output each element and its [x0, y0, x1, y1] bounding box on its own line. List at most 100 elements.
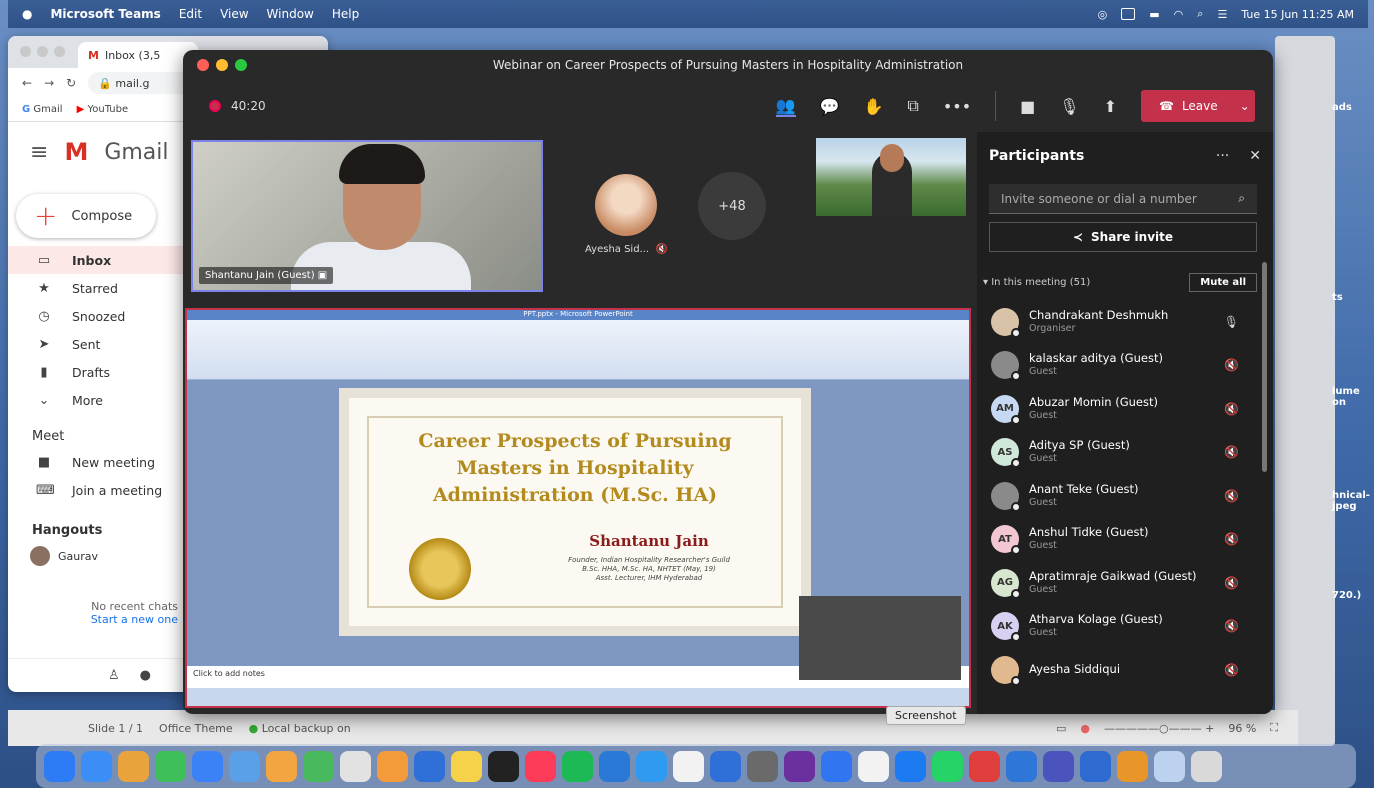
dock-app-icon[interactable]: [340, 750, 371, 782]
search-icon[interactable]: ⌕: [1197, 7, 1203, 21]
participant-row[interactable]: AM Abuzar Momin (Guest) Guest 🔇: [991, 387, 1273, 431]
mic-off-icon[interactable]: 🔇: [1224, 532, 1239, 546]
dock-app-icon[interactable]: [44, 750, 75, 782]
dock-app-icon[interactable]: [1080, 750, 1111, 782]
apple-icon[interactable]: ●: [22, 7, 32, 21]
bookmark-gmail[interactable]: G Gmail: [22, 104, 63, 115]
record-icon[interactable]: ●: [1080, 722, 1090, 735]
dock-app-icon[interactable]: [784, 750, 815, 782]
mic-off-icon[interactable]: 🔇: [1224, 619, 1239, 633]
dock-app-icon[interactable]: [488, 750, 519, 782]
chat-icon[interactable]: 💬: [820, 97, 840, 116]
gmail-wordmark[interactable]: Gmail: [104, 140, 168, 165]
status-icon[interactable]: ◎: [1098, 8, 1108, 21]
window-controls[interactable]: [20, 46, 65, 57]
participant-row[interactable]: AS Aditya SP (Guest) Guest 🔇: [991, 431, 1273, 475]
participant-row[interactable]: Chandrakant Deshmukh Organiser 🎙: [991, 300, 1273, 344]
control-center-icon[interactable]: ☰: [1217, 8, 1227, 21]
menu-window[interactable]: Window: [267, 7, 314, 21]
dock-app-icon[interactable]: [266, 750, 297, 782]
dock-app-icon[interactable]: [969, 750, 1000, 782]
desktop-label[interactable]: ads: [1306, 102, 1366, 113]
more-participants-button[interactable]: +48: [698, 172, 766, 240]
mic-off-icon[interactable]: 🔇: [1224, 489, 1239, 503]
dock-app-icon[interactable]: [377, 750, 408, 782]
back-icon[interactable]: ←: [22, 76, 32, 90]
desktop-label[interactable]: lume on: [1306, 386, 1366, 408]
mic-off-icon[interactable]: 🔇: [1224, 576, 1239, 590]
dock-app-icon[interactable]: [155, 750, 186, 782]
close-icon[interactable]: ✕: [1249, 148, 1261, 164]
nav-item-inbox[interactable]: ▭ Inbox: [8, 246, 208, 274]
window-controls[interactable]: [197, 59, 247, 71]
chat-icon[interactable]: ●: [140, 668, 151, 683]
participants-icon[interactable]: 👥: [775, 96, 796, 117]
mic-off-icon[interactable]: 🔇: [1224, 402, 1239, 416]
mic-off-icon[interactable]: 🔇: [1224, 445, 1239, 459]
dock-app-icon[interactable]: [1154, 750, 1185, 782]
dock-app-icon[interactable]: [636, 750, 667, 782]
rooms-icon[interactable]: ⧉: [907, 96, 918, 116]
dock-app-icon[interactable]: [414, 750, 445, 782]
participant-video-secondary[interactable]: [816, 138, 966, 216]
reload-icon[interactable]: ↻: [66, 76, 76, 90]
forward-icon[interactable]: →: [44, 76, 54, 90]
participant-row[interactable]: AT Anshul Tidke (Guest) Guest 🔇: [991, 518, 1273, 562]
dock-app-icon[interactable]: [1117, 750, 1148, 782]
dock-app-icon[interactable]: [1191, 750, 1222, 782]
dock-app-icon[interactable]: [192, 750, 223, 782]
participant-row[interactable]: AK Atharva Kolage (Guest) Guest 🔇: [991, 605, 1273, 649]
scrollbar[interactable]: [1262, 262, 1267, 472]
dock-app-icon[interactable]: [821, 750, 852, 782]
collapse-icon[interactable]: ▾: [983, 277, 991, 288]
clock[interactable]: Tue 15 Jun 11:25 AM: [1241, 8, 1354, 21]
dock-app-icon[interactable]: [858, 750, 889, 782]
meeting-count[interactable]: In this meeting (51): [991, 277, 1090, 288]
person-icon[interactable]: ♙: [108, 668, 120, 683]
input-icon[interactable]: [1121, 8, 1136, 20]
menu-view[interactable]: View: [220, 7, 248, 21]
zoom-slider[interactable]: —————○——— +: [1104, 722, 1214, 735]
participant-row[interactable]: AG Apratimraje Gaikwad (Guest) Guest 🔇: [991, 561, 1273, 605]
dock-app-icon[interactable]: [932, 750, 963, 782]
view-icon[interactable]: ▭: [1056, 722, 1066, 735]
hamburger-menu-icon[interactable]: ≡: [30, 140, 48, 165]
bookmark-youtube[interactable]: ▶ YouTube: [77, 104, 129, 115]
participant-row[interactable]: Anant Teke (Guest) Guest 🔇: [991, 474, 1273, 518]
dock-app-icon[interactable]: [118, 750, 149, 782]
mic-off-icon[interactable]: 🔇: [1224, 358, 1239, 372]
fit-icon[interactable]: ⛶: [1270, 721, 1278, 735]
dock-app-icon[interactable]: [525, 750, 556, 782]
menu-app-name[interactable]: Microsoft Teams: [50, 7, 160, 21]
mic-icon[interactable]: 🎙: [1224, 315, 1239, 329]
dock-app-icon[interactable]: [303, 750, 334, 782]
dock-app-icon[interactable]: [599, 750, 630, 782]
more-icon[interactable]: ···: [1216, 148, 1229, 164]
mic-off-icon[interactable]: 🔇: [1224, 663, 1239, 677]
dock-app-icon[interactable]: [895, 750, 926, 782]
wifi-icon[interactable]: ◠: [1174, 8, 1184, 21]
menu-help[interactable]: Help: [332, 7, 359, 21]
more-icon[interactable]: •••: [943, 97, 971, 116]
dock-app-icon[interactable]: [1006, 750, 1037, 782]
compose-button[interactable]: + Compose: [16, 194, 156, 238]
avatar[interactable]: [595, 174, 657, 236]
dock-app-icon[interactable]: [673, 750, 704, 782]
share-screen-icon[interactable]: ⬆: [1104, 97, 1117, 116]
gmail-logo-icon[interactable]: M: [64, 138, 88, 166]
participant-row[interactable]: Ayesha Siddiqui 🔇: [991, 648, 1273, 692]
menu-edit[interactable]: Edit: [179, 7, 202, 21]
camera-icon[interactable]: ■: [1020, 97, 1035, 116]
dock-app-icon[interactable]: [451, 750, 482, 782]
leave-button[interactable]: ☎ Leave ⌄: [1141, 90, 1255, 122]
chevron-down-icon[interactable]: ⌄: [1240, 99, 1250, 113]
desktop-label[interactable]: ts: [1306, 292, 1366, 303]
mute-all-button[interactable]: Mute all: [1189, 272, 1257, 292]
dock-app-icon[interactable]: [747, 750, 778, 782]
microphone-icon[interactable]: 🎙: [1059, 97, 1079, 116]
dock-app-icon[interactable]: [229, 750, 260, 782]
participant-video-main[interactable]: Shantanu Jain (Guest) ▣: [191, 140, 543, 292]
desktop-label[interactable]: 720.): [1306, 590, 1366, 601]
dock-app-icon[interactable]: [710, 750, 741, 782]
invite-search-input[interactable]: Invite someone or dial a number ⌕: [989, 184, 1257, 214]
